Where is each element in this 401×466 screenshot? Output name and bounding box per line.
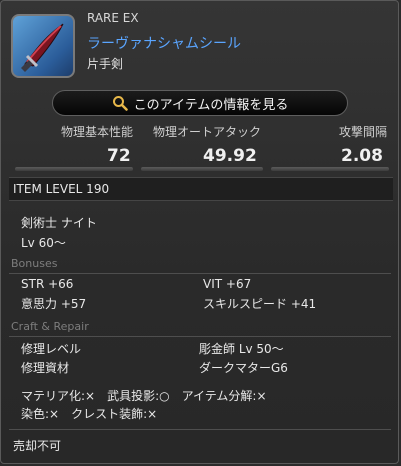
item-rarity: RARE EX — [87, 11, 139, 25]
craft-header: Craft & Repair — [11, 320, 89, 333]
view-item-info-label: このアイテムの情報を見る — [133, 97, 289, 113]
bonus-vit: VIT +67 — [203, 277, 252, 291]
repair-material-label: 修理資材 — [21, 361, 70, 375]
bonuses-divider — [9, 273, 391, 274]
item-tooltip-panel: RARE EX ラーヴァナシャムシール 片手剣 このアイテムの情報を見る 物理基… — [0, 0, 399, 464]
equippable-classes: 剣術士 ナイト — [21, 216, 97, 230]
bonus-mind: 意思力 +57 — [21, 297, 87, 311]
stat-label-auto-attack: 物理オートアタック — [153, 125, 262, 139]
item-name: ラーヴァナシャムシール — [87, 36, 241, 52]
item-properties-line-2: 染色:× クレスト装飾:× — [21, 407, 158, 421]
stat-label-delay: 攻撃間隔 — [339, 125, 388, 139]
item-level-row: ITEM LEVEL 190 — [9, 177, 393, 201]
item-type: 片手剣 — [87, 57, 124, 71]
sell-status: 売却不可 — [13, 439, 62, 453]
item-properties-line-1: マテリア化:× 武具投影:○ アイテム分解:× — [21, 389, 267, 403]
bonuses-header: Bonuses — [11, 257, 58, 270]
magnifier-icon — [112, 96, 128, 111]
stat-underline-delay — [271, 167, 389, 171]
repair-material-value: ダークマターG6 — [199, 361, 288, 375]
stat-value-auto-attack: 49.92 — [203, 146, 257, 166]
stat-underline-auto-attack — [141, 167, 263, 171]
craft-divider — [9, 336, 391, 337]
sell-divider — [9, 429, 391, 430]
stat-value-delay: 2.08 — [341, 146, 383, 166]
item-level: ITEM LEVEL 190 — [13, 182, 110, 196]
stat-underline-physical-damage — [15, 167, 133, 171]
repair-level-label: 修理レベル — [21, 342, 82, 356]
stat-value-physical-damage: 72 — [107, 146, 131, 166]
bonus-str: STR +66 — [21, 277, 74, 291]
level-requirement: Lv 60～ — [21, 236, 66, 250]
stat-label-physical-damage: 物理基本性能 — [61, 125, 134, 139]
bonus-skill-speed: スキルスピード +41 — [203, 297, 317, 311]
sword-icon — [11, 14, 75, 78]
view-item-info-button[interactable]: このアイテムの情報を見る — [52, 90, 348, 116]
repair-level-value: 彫金師 Lv 50～ — [199, 342, 284, 356]
